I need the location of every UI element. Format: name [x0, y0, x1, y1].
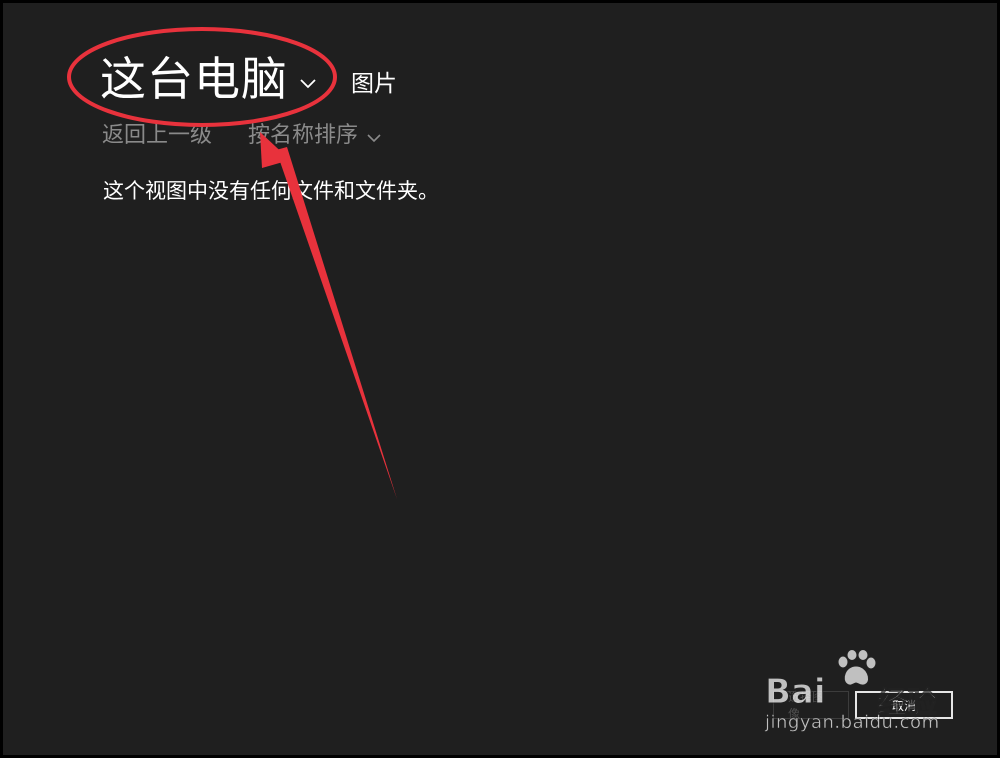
location-selector[interactable]: 这台电脑 — [100, 49, 318, 109]
paw-icon — [837, 650, 877, 686]
chevron-down-icon[interactable] — [298, 73, 318, 93]
library-label: 图片 — [351, 71, 397, 97]
watermark-url: jingyan.baidu.com — [765, 712, 940, 733]
sort-label[interactable]: 按名称排序 — [248, 121, 358, 151]
location-title[interactable]: 这台电脑 — [100, 49, 288, 109]
watermark: Bai 经验 jingyan.baidu.com — [765, 650, 955, 740]
nav-row: 返回上一级 按名称排序 — [102, 121, 382, 151]
file-picker-window: 这台电脑 图片 返回上一级 按名称排序 这个视图中没有任何文件和文件夹。 选择图… — [3, 3, 997, 755]
watermark-brand-text: Bai — [765, 672, 827, 713]
chevron-down-icon[interactable] — [366, 130, 382, 146]
sort-dropdown[interactable]: 按名称排序 — [248, 121, 382, 151]
back-up-link[interactable]: 返回上一级 — [102, 121, 212, 151]
watermark-brand: Bai — [765, 672, 827, 713]
empty-folder-message: 这个视图中没有任何文件和文件夹。 — [103, 179, 439, 203]
